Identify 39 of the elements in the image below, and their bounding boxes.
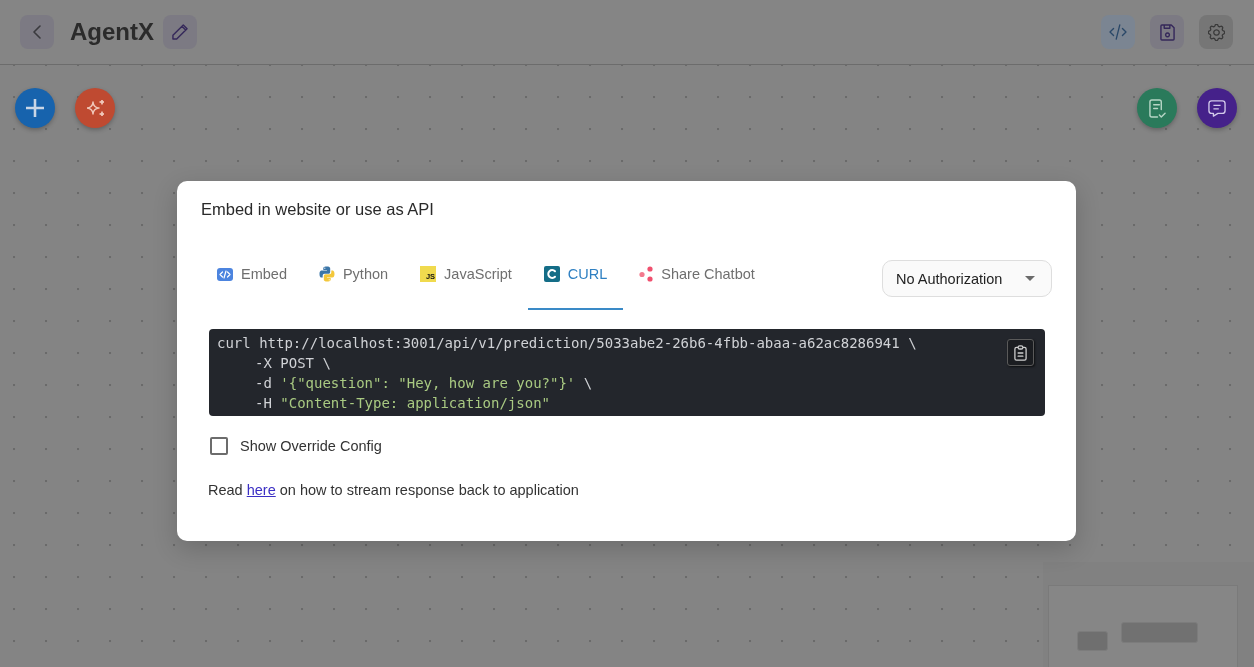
authorization-dropdown[interactable]: No Authorization: [882, 260, 1052, 297]
document-check-button[interactable]: [1137, 88, 1177, 128]
code-line: -X POST \: [255, 354, 331, 373]
curl-logo-icon: [543, 266, 560, 282]
code-button[interactable]: [1101, 15, 1135, 49]
help-text: Read here on how to stream response back to application: [208, 481, 579, 500]
code-line: curl http://localhost:3001/api/v1/prediction/5033abe2-26b6-4fbb-abaa-a62ac8286941 \: [217, 334, 917, 353]
share-icon: [639, 266, 654, 282]
tab[interactable]: CURL: [527, 238, 624, 310]
edit-button[interactable]: [163, 15, 197, 49]
code-icon: [1109, 24, 1127, 40]
chevron-left-icon: [33, 25, 41, 39]
pencil-icon: [172, 24, 188, 40]
tab[interactable]: Embed: [201, 238, 303, 310]
plus-icon: [26, 99, 44, 117]
checkbox-label: Show Override Config: [240, 438, 382, 454]
sparkle-button[interactable]: [75, 88, 115, 128]
tab[interactable]: Share Chatbot: [623, 238, 771, 310]
here-link[interactable]: here: [246, 482, 276, 498]
settings-button[interactable]: [1199, 15, 1233, 49]
settings-icon: [1207, 23, 1225, 41]
dialog-title: Embed in website or use as API: [200, 199, 435, 220]
code-tag-icon: [217, 267, 233, 281]
checkbox[interactable]: [210, 437, 228, 455]
clipboard-icon: [1014, 344, 1027, 361]
add-button[interactable]: [15, 88, 55, 128]
caret-icon: [1025, 276, 1035, 281]
page-title: AgentX: [70, 17, 154, 47]
sparkle-icon: [86, 100, 104, 116]
back-button[interactable]: [20, 15, 54, 49]
document-check-icon: [1148, 98, 1166, 118]
code-line: -H "Content-Type: application/json": [255, 394, 550, 413]
python-logo-icon: [318, 266, 335, 282]
chat-button[interactable]: [1197, 88, 1237, 128]
code-line: -d '{"question": "Hey, how are you?"}' \: [255, 374, 593, 393]
chat-bubble-icon: [1208, 99, 1226, 117]
copy-button[interactable]: [1007, 339, 1034, 366]
save-button[interactable]: [1150, 15, 1184, 49]
tab[interactable]: Python: [302, 238, 405, 310]
